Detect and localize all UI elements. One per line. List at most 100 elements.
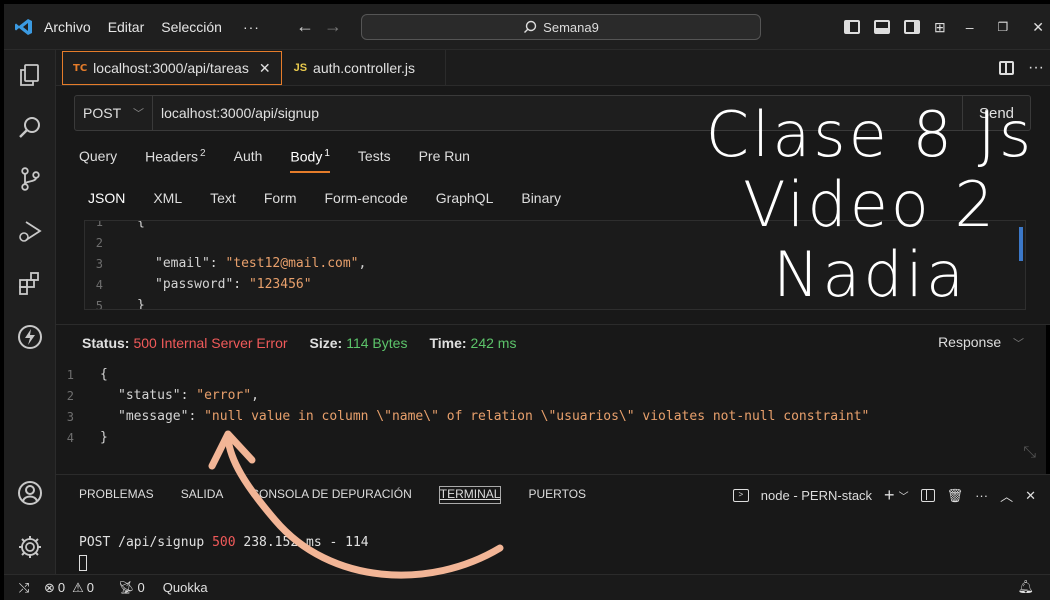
run-debug-icon[interactable] <box>15 216 45 246</box>
chevron-down-icon: ﹀ <box>1013 338 1024 350</box>
error-count: 0 <box>57 580 66 595</box>
activity-bar <box>4 50 56 574</box>
body-tab-form-encode[interactable]: Form-encode <box>325 190 408 206</box>
code-line: 1{ <box>56 364 1050 385</box>
split-editor-icon[interactable] <box>999 61 1015 75</box>
code-text: } <box>137 298 145 310</box>
menu-more-button[interactable]: ··· <box>243 19 260 35</box>
quokka-status[interactable]: Quokka <box>163 580 208 595</box>
toggle-panel-icon[interactable] <box>873 20 890 34</box>
log-status-code: 500 <box>212 535 236 550</box>
tab-label: auth.controller.js <box>313 60 415 76</box>
title-bar: Archivo Editar Selección ··· ← → Semana9… <box>4 4 1050 50</box>
chevron-down-icon: ﹀ <box>133 108 144 120</box>
menu-editar[interactable]: Editar <box>108 19 145 35</box>
line-number: 4 <box>95 277 103 292</box>
panel-tab-problems[interactable]: PROBLEMAS <box>79 487 154 504</box>
close-icon[interactable]: ✕ <box>1032 19 1044 36</box>
minimize-icon[interactable]: – <box>966 19 974 35</box>
http-method-select[interactable]: POST ﹀ <box>75 96 153 130</box>
panel-tab-terminal[interactable]: TERMINAL <box>438 486 502 504</box>
terminal-icon: > <box>732 489 749 502</box>
panel-tab-output[interactable]: SALIDA <box>181 487 224 504</box>
tab-headers[interactable]: Headers 2 <box>145 148 205 165</box>
tab-body-label: Body <box>290 148 323 165</box>
toggle-primary-sidebar-icon[interactable] <box>843 20 860 34</box>
terminal-name[interactable]: node - PERN-stack <box>761 488 872 503</box>
split-terminal-icon[interactable] <box>920 489 935 502</box>
body-type-tabs: JSON XML Text Form Form-encode GraphQL B… <box>88 190 589 206</box>
forward-arrow-icon[interactable]: → <box>324 16 342 37</box>
request-tabs: Query Headers 2 Auth Body 1 Tests Pre Run <box>79 148 498 173</box>
restore-icon[interactable]: ❐ <box>998 20 1009 34</box>
json-comma: , <box>251 388 259 403</box>
tab-auth[interactable]: Auth <box>234 148 263 165</box>
account-icon[interactable] <box>15 478 45 508</box>
tab-pre-run-label: Pre Run <box>418 148 470 164</box>
code-text: { <box>100 367 108 382</box>
close-panel-icon[interactable]: ✕ <box>1025 488 1036 504</box>
new-terminal-icon[interactable]: + <box>884 485 895 506</box>
toggle-secondary-sidebar-icon[interactable] <box>903 20 920 34</box>
extensions-icon[interactable] <box>15 268 45 298</box>
menu-seleccion[interactable]: Selección <box>161 19 222 35</box>
tab-tests[interactable]: Tests <box>358 148 391 165</box>
tab-body[interactable]: Body 1 <box>290 148 331 173</box>
tab-thunder-request[interactable]: TC localhost:3000/api/tareas ✕ <box>62 51 282 85</box>
body-count-badge: 1 <box>324 148 330 159</box>
chevron-down-icon[interactable]: ﹀ <box>899 488 909 503</box>
status-value: 500 Internal Server Error <box>133 334 288 351</box>
panel-tab-debug-console[interactable]: CONSOLA DE DEPURACIÓN <box>250 487 411 504</box>
status-label: Status: <box>82 334 130 351</box>
trash-icon[interactable]: 🗑︎ <box>947 488 964 504</box>
body-tab-json[interactable]: JSON <box>88 190 125 206</box>
body-tab-binary[interactable]: Binary <box>521 190 561 206</box>
response-status-row: Status: 500 Internal Server Error Size: … <box>56 324 1050 360</box>
json-key: "status" <box>118 388 181 403</box>
response-view-label: Response <box>938 334 1002 350</box>
json-key: "message" <box>118 409 189 424</box>
thunder-client-icon[interactable] <box>15 322 45 352</box>
explorer-icon[interactable] <box>15 60 45 90</box>
maximize-panel-icon[interactable]: ︿ <box>1000 486 1013 505</box>
log-request: POST /api/signup <box>79 535 213 550</box>
customize-layout-icon[interactable]: ⊞ <box>934 19 946 36</box>
body-tab-graphql[interactable]: GraphQL <box>436 190 494 206</box>
json-colon: : <box>188 409 205 424</box>
response-view-select[interactable]: Response ﹀ <box>938 334 1024 351</box>
code-text: } <box>100 430 108 445</box>
ports-status[interactable]: 📡︎ 0 <box>118 580 145 596</box>
close-tab-icon[interactable]: ✕ <box>259 60 271 77</box>
expand-icon[interactable]: ⤡ <box>1023 442 1036 462</box>
json-colon: : <box>180 388 197 403</box>
back-arrow-icon[interactable]: ← <box>296 16 314 37</box>
remote-icon[interactable]: ⤭ <box>4 580 44 596</box>
problems-status[interactable]: ⊗ 0 ⚠ 0 <box>44 580 94 596</box>
panel-tabs: PROBLEMAS SALIDA CONSOLA DE DEPURACIÓN T… <box>79 486 613 504</box>
size-value: 114 Bytes <box>346 334 408 351</box>
line-number: 1 <box>95 220 103 229</box>
body-tab-xml[interactable]: XML <box>153 190 182 206</box>
code-line: 2 "status": "error", <box>56 385 1050 406</box>
settings-gear-icon[interactable] <box>15 532 45 562</box>
source-control-icon[interactable] <box>15 164 45 194</box>
json-value: "test12@mail.com" <box>225 256 359 271</box>
tab-pre-run[interactable]: Pre Run <box>419 148 470 165</box>
search-sidebar-icon[interactable] <box>15 112 45 142</box>
panel-tab-ports[interactable]: PUERTOS <box>528 487 586 504</box>
panel-actions: > node - PERN-stack + ﹀ 🗑︎ ··· ︿ ✕ <box>732 485 1036 506</box>
tab-auth-controller[interactable]: JS auth.controller.js <box>282 50 446 86</box>
menu-archivo[interactable]: Archivo <box>44 19 91 35</box>
terminal-output[interactable]: POST /api/signup 500 238.152 ms - 114 <box>79 535 369 550</box>
body-tab-text[interactable]: Text <box>210 190 236 206</box>
tab-query[interactable]: Query <box>79 148 117 165</box>
notifications-bell-icon[interactable]: 🔔︎ <box>1017 579 1034 595</box>
command-center-search[interactable]: Semana9 <box>361 14 761 40</box>
time-value: 242 ms <box>470 334 517 351</box>
more-actions-icon[interactable]: ··· <box>975 488 988 503</box>
size-label: Size: <box>309 334 343 351</box>
more-actions-icon[interactable]: ··· <box>1028 59 1044 77</box>
broadcast-icon: 📡︎ <box>118 579 135 595</box>
error-icon: ⊗ <box>44 579 55 595</box>
body-tab-form[interactable]: Form <box>264 190 297 206</box>
